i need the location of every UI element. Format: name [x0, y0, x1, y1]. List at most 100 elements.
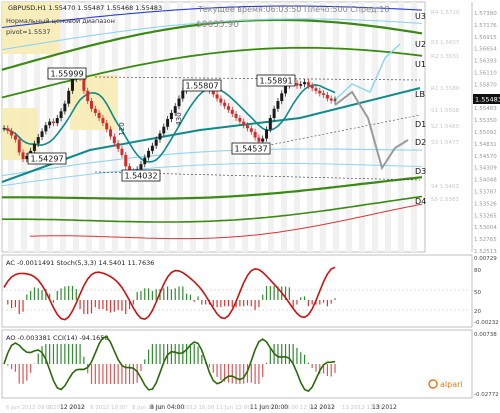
candle-body — [242, 121, 246, 126]
candle-body — [2, 128, 6, 130]
price-tick-label: 1.53787 — [474, 190, 497, 196]
candle-body — [310, 85, 314, 89]
price-label-text: 1.54537 — [234, 145, 267, 154]
level-label: D3 — [415, 167, 426, 176]
pivot-level-dim-label: S4 1.5403 — [431, 184, 459, 190]
stripe — [346, 2, 352, 252]
candle-body — [226, 106, 230, 110]
stripe — [151, 2, 157, 252]
candle-body — [318, 90, 322, 94]
candle-body — [169, 112, 173, 120]
candle-body — [150, 145, 154, 151]
price-tick-label: 1.54570 — [474, 154, 497, 160]
candle-body — [253, 131, 257, 138]
candle-body — [6, 128, 10, 131]
pivot-level-dim-label: R4 1.5720 — [431, 10, 460, 16]
candle-body — [93, 108, 97, 113]
candle-body — [36, 137, 40, 144]
stripe — [281, 2, 287, 252]
candle-body — [257, 137, 261, 142]
candle-body — [124, 154, 128, 167]
time-dim-label: 11 Jun 12:00 — [216, 405, 251, 411]
candle-body — [245, 125, 249, 129]
candle-body — [67, 90, 71, 104]
candle-body — [109, 129, 113, 137]
pivot-level-dim-label: R1 1.5580 — [431, 86, 460, 92]
stoch-axis-label: 0.00729 — [474, 256, 497, 262]
candle-body — [322, 93, 326, 95]
candle-body — [314, 88, 318, 91]
candle-body — [276, 101, 280, 109]
price-label-text: 1.55807 — [185, 82, 218, 91]
price-label-text: 1.55891 — [259, 77, 292, 86]
candle-body — [230, 109, 234, 114]
cci-label: AO -0.003381 CCI(14) -94.1658 — [6, 334, 109, 342]
pivot-level-dim-label: R3 1.5637 — [431, 40, 460, 46]
candle-body — [139, 164, 143, 170]
candle-body — [120, 148, 124, 155]
pivot-level-dim-label: S1 1.5508 — [431, 108, 459, 114]
level-label: D2 — [415, 138, 426, 147]
pivot-level-dim-label: R2 1.5631 — [431, 54, 459, 60]
chart-root: 1.55999 1.55807 1.55891 1.54297 1.54032 1.545… — [0, 0, 500, 413]
price-label-text: 1.55999 — [50, 70, 83, 79]
candle-body — [86, 90, 90, 102]
price-tick-label: 1.55483 — [474, 106, 497, 112]
candle-body — [158, 133, 162, 140]
stripe — [190, 2, 196, 252]
candle-body — [70, 79, 74, 91]
candle-body — [162, 126, 166, 134]
chart-header-symbol: GBPUSD,H1 1.55470 1.55487 1.55468 1.5548… — [8, 4, 162, 12]
stoch-axis-label: 20 — [474, 309, 481, 315]
candle-body — [166, 119, 170, 127]
candle-body — [101, 118, 105, 124]
candle-body — [21, 152, 25, 160]
candle-body — [90, 101, 94, 109]
stripe — [333, 2, 339, 252]
level-label: D4 — [415, 197, 426, 206]
price-label-text: 1.54032 — [124, 172, 157, 181]
candle-body — [249, 128, 253, 132]
current-price-text: 1.55483 — [475, 96, 500, 104]
chart-svg: 1.55999 1.55807 1.55891 1.54297 1.54032 1.545… — [0, 1, 500, 413]
level-label: D1 — [415, 120, 426, 129]
level-label: LB — [415, 90, 425, 99]
price-tick-label: 1.52765 — [474, 237, 497, 243]
price-tick-label: 1.53265 — [474, 213, 497, 219]
candle-body — [303, 82, 307, 85]
stoch-label: AC -0.0011491 Stoch(5,3,3) 14.5401 11.76… — [6, 259, 154, 267]
candle-body — [280, 93, 284, 102]
price-tick-label: 1.54309 — [474, 166, 497, 172]
pivot-level-dim-label: S5 1.5383 — [431, 197, 459, 203]
candle-body — [97, 112, 101, 119]
candle-body — [10, 130, 14, 136]
stripe — [385, 2, 391, 252]
chart-header-info: Текущее время:06:03:50 Плечо:500 Спред:1… — [197, 5, 389, 14]
level-label: U2 — [415, 40, 426, 49]
cci-axis-label: -0.02772 — [474, 392, 499, 398]
pivot-label: pivot=1.5537 — [6, 28, 51, 36]
cci-axis-label: 0.00738 — [474, 332, 497, 338]
price-label-text: 1.54297 — [30, 155, 63, 164]
candle-body — [272, 108, 276, 119]
stoch-axis-label: -0.00232 — [474, 320, 499, 326]
time-dim-label: 6 Jun 2012 09:00 — [6, 405, 54, 411]
candle-body — [295, 83, 299, 86]
stripe — [138, 2, 144, 252]
price-tick-label: 1.55350 — [474, 118, 497, 124]
stripe — [398, 2, 404, 252]
price-axis: 1.57380 1.57176 1.56915 1.56654 1.56393 1.561… — [415, 2, 500, 255]
time-label: 11 Jun 20:00 — [250, 404, 288, 411]
candle-body — [181, 90, 185, 99]
stripe — [203, 2, 209, 252]
stripe — [307, 2, 313, 252]
time-label: 12 2012 — [310, 404, 335, 411]
candle-body — [299, 84, 303, 86]
candle-body — [48, 121, 52, 126]
price-tick-label: 1.56654 — [474, 47, 497, 53]
candle-body — [261, 138, 265, 142]
price-tick-label: 1.53004 — [474, 225, 497, 231]
time-axis: 6 Jun 2012 09:007 2012 04:00 8 2012 10:00… — [0, 400, 500, 413]
candle-body — [333, 99, 337, 101]
stoch-axis-label: 80 — [474, 268, 481, 274]
